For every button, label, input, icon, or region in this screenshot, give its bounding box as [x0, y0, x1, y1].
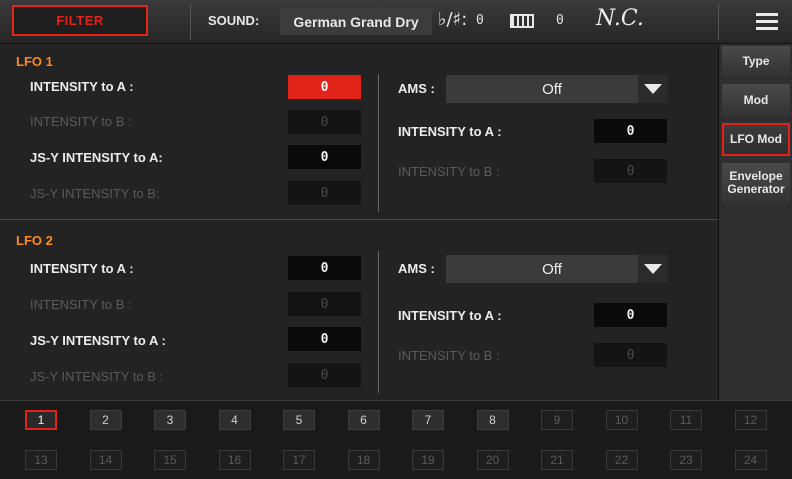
tab-envelope-generator[interactable]: Envelope Generator [722, 163, 790, 203]
lfo1-jsy-intensity-a-field[interactable]: 0 [288, 145, 361, 169]
lfo1-intensity-b-field: 0 [288, 110, 361, 134]
track-slot-button[interactable]: 24 [734, 450, 767, 470]
octave-value: 0 [556, 13, 564, 28]
track-slot-button[interactable]: 20 [476, 450, 509, 470]
lfo1-ams-intensity-a-field[interactable]: 0 [594, 119, 667, 143]
track-selector: 1 2 3 4 5 6 7 8 9 10 11 12 13 14 15 16 17 18 19 20 21 22 23 24 [0, 400, 792, 479]
lfo1-jsy-intensity-b-label: JS-Y INTENSITY to B: [30, 186, 160, 201]
lfo1-intensity-a-label: INTENSITY to A : [30, 79, 134, 94]
track-slot-button[interactable]: 22 [605, 450, 638, 470]
track-slot-button[interactable]: 21 [541, 450, 573, 470]
transpose-icon: ♭/♯: [438, 9, 468, 30]
lfo2-ams-intensity-b-field: 0 [594, 343, 667, 367]
top-bar: FILTER SOUND: German Grand Dry ♭/♯: 0 0 … [0, 0, 792, 44]
track-slot-button[interactable]: 19 [412, 450, 444, 470]
track-slot-button[interactable]: 8 [476, 410, 509, 430]
lfo2-intensity-b-field: 0 [288, 292, 361, 316]
lfo2-title: LFO 2 [16, 233, 53, 248]
lfo1-title: LFO 1 [16, 54, 53, 69]
chord-display: N.C. [596, 6, 644, 31]
lfo1-ams-intensity-a-label: INTENSITY to A : [398, 124, 502, 139]
lfo1-ams-value: Off [542, 80, 562, 98]
tab-lfo-mod[interactable]: LFO Mod [722, 123, 790, 156]
lfo2-jsy-intensity-a-label: JS-Y INTENSITY to A : [30, 333, 166, 348]
track-slot-button[interactable]: 17 [283, 450, 315, 470]
tab-sidebar: Type Mod LFO Mod Envelope Generator [718, 44, 792, 400]
sound-label: SOUND: [208, 13, 260, 28]
lfo1-ams-dropdown[interactable]: Off [446, 75, 668, 103]
lfo2-intensity-a-label: INTENSITY to A : [30, 261, 134, 276]
track-slot-button[interactable]: 14 [89, 450, 122, 470]
track-slot-button[interactable]: 3 [154, 410, 186, 430]
lfo2-jsy-intensity-a-field[interactable]: 0 [288, 327, 361, 351]
lfo1-jsy-intensity-b-field: 0 [288, 181, 361, 205]
track-slot-button[interactable]: 4 [218, 410, 251, 430]
lfo2-ams-value: Off [542, 260, 562, 278]
track-slot-button[interactable]: 12 [734, 410, 767, 430]
lfo2-intensity-a-field[interactable]: 0 [288, 256, 361, 280]
main-panel: LFO 1 INTENSITY to A : 0 INTENSITY to B … [0, 44, 718, 400]
track-slot-button[interactable]: 23 [670, 450, 702, 470]
column-separator [378, 74, 379, 212]
track-slot-button[interactable]: 16 [218, 450, 251, 470]
track-slot-button[interactable]: 9 [541, 410, 573, 430]
lfo2-section: LFO 2 INTENSITY to A : 0 INTENSITY to B … [0, 221, 718, 399]
track-slot-button[interactable]: 11 [670, 410, 702, 430]
keyboard-icon [510, 14, 534, 28]
transpose-value: 0 [476, 13, 484, 28]
track-slot-button[interactable]: 5 [283, 410, 315, 430]
lfo1-ams-intensity-b-field: 0 [594, 159, 667, 183]
track-slot-button[interactable]: 18 [347, 450, 380, 470]
track-slot-button[interactable]: 10 [605, 410, 638, 430]
chevron-down-icon[interactable] [638, 75, 668, 103]
lfo2-intensity-b-label: INTENSITY to B : [30, 297, 132, 312]
lfo2-ams-intensity-a-field[interactable]: 0 [594, 303, 667, 327]
lfo1-ams-intensity-b-label: INTENSITY to B : [398, 164, 500, 179]
hamburger-menu-icon[interactable] [756, 13, 778, 31]
lfo2-ams-intensity-b-label: INTENSITY to B : [398, 348, 500, 363]
track-slot-button[interactable]: 13 [25, 450, 57, 470]
column-separator [378, 251, 379, 393]
lfo2-ams-intensity-a-label: INTENSITY to A : [398, 308, 502, 323]
divider [190, 4, 191, 40]
lfo2-jsy-intensity-b-field: 0 [288, 363, 361, 387]
lfo1-jsy-intensity-a-label: JS-Y INTENSITY to A: [30, 150, 163, 165]
tab-type[interactable]: Type [722, 46, 790, 76]
track-slot-button[interactable]: 1 [25, 410, 57, 430]
lfo1-section: LFO 1 INTENSITY to A : 0 INTENSITY to B … [0, 44, 718, 220]
lfo2-ams-label: AMS : [398, 261, 435, 276]
track-slot-button[interactable]: 7 [412, 410, 444, 430]
filter-button[interactable]: FILTER [12, 5, 148, 36]
lfo1-intensity-b-label: INTENSITY to B : [30, 114, 132, 129]
chevron-down-icon[interactable] [638, 255, 668, 283]
lfo2-ams-dropdown[interactable]: Off [446, 255, 668, 283]
divider [718, 4, 719, 40]
track-slot-button[interactable]: 2 [89, 410, 122, 430]
lfo1-intensity-a-field[interactable]: 0 [288, 75, 361, 99]
sound-name-field[interactable]: German Grand Dry [280, 8, 432, 35]
track-slot-button[interactable]: 6 [347, 410, 380, 430]
tab-mod[interactable]: Mod [722, 84, 790, 116]
track-slot-button[interactable]: 15 [154, 450, 186, 470]
lfo2-jsy-intensity-b-label: JS-Y INTENSITY to B : [30, 369, 164, 384]
lfo1-ams-label: AMS : [398, 81, 435, 96]
